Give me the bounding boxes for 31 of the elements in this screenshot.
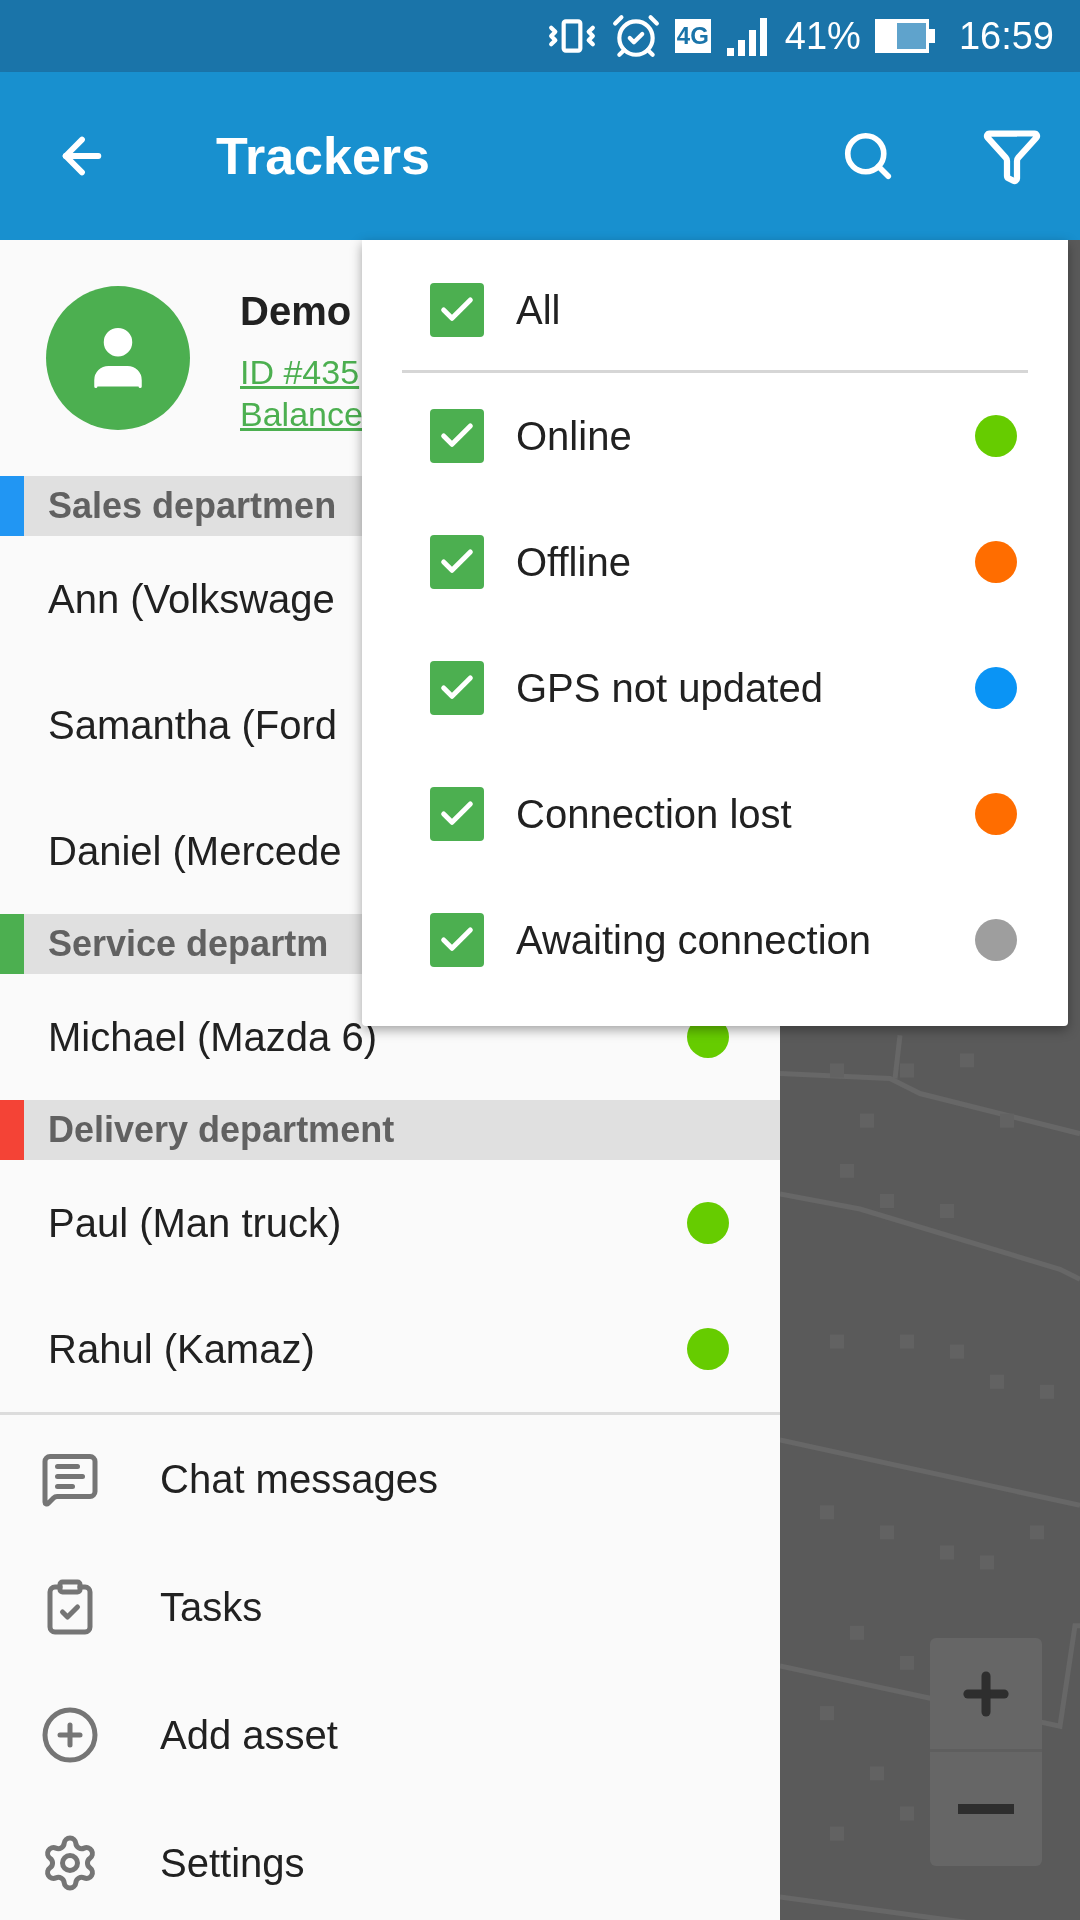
- battery-percent: 41%: [784, 13, 861, 59]
- filter-option[interactable]: All: [362, 250, 1068, 370]
- zoom-in-button[interactable]: [930, 1638, 1042, 1752]
- tracker-item[interactable]: Rahul (Kamaz): [0, 1286, 780, 1412]
- clock: 16:59: [958, 13, 1054, 59]
- group-title: Delivery department: [48, 1108, 395, 1152]
- menu-item[interactable]: Settings: [0, 1799, 780, 1920]
- filter-option[interactable]: Connection lost: [362, 751, 1068, 877]
- checkbox[interactable]: [430, 535, 484, 589]
- filter-option[interactable]: GPS not updated: [362, 625, 1068, 751]
- checkbox[interactable]: [430, 661, 484, 715]
- group-title: Service departm: [48, 922, 329, 966]
- add-icon: [40, 1705, 100, 1765]
- checkbox[interactable]: [430, 913, 484, 967]
- tracker-item[interactable]: Paul (Man truck): [0, 1160, 780, 1286]
- filter-option[interactable]: Online: [362, 373, 1068, 499]
- network-badge: 4G: [674, 19, 711, 53]
- checkbox[interactable]: [430, 409, 484, 463]
- battery-icon: [874, 19, 935, 53]
- group-title: Sales departmen: [48, 484, 337, 528]
- menu-item[interactable]: Chat messages: [0, 1415, 780, 1543]
- checkbox[interactable]: [430, 283, 484, 337]
- account-name: Demo: [240, 288, 353, 335]
- filter-option[interactable]: Awaiting connection: [362, 877, 1068, 1003]
- zoom-out-button[interactable]: [930, 1752, 1042, 1866]
- menu-item[interactable]: Tasks: [0, 1543, 780, 1671]
- minus-icon: [958, 1804, 1014, 1814]
- checkbox[interactable]: [430, 787, 484, 841]
- screen-title: Trackers: [216, 126, 430, 187]
- filter-option[interactable]: Offline: [362, 499, 1068, 625]
- menu-item[interactable]: Add asset: [0, 1671, 780, 1799]
